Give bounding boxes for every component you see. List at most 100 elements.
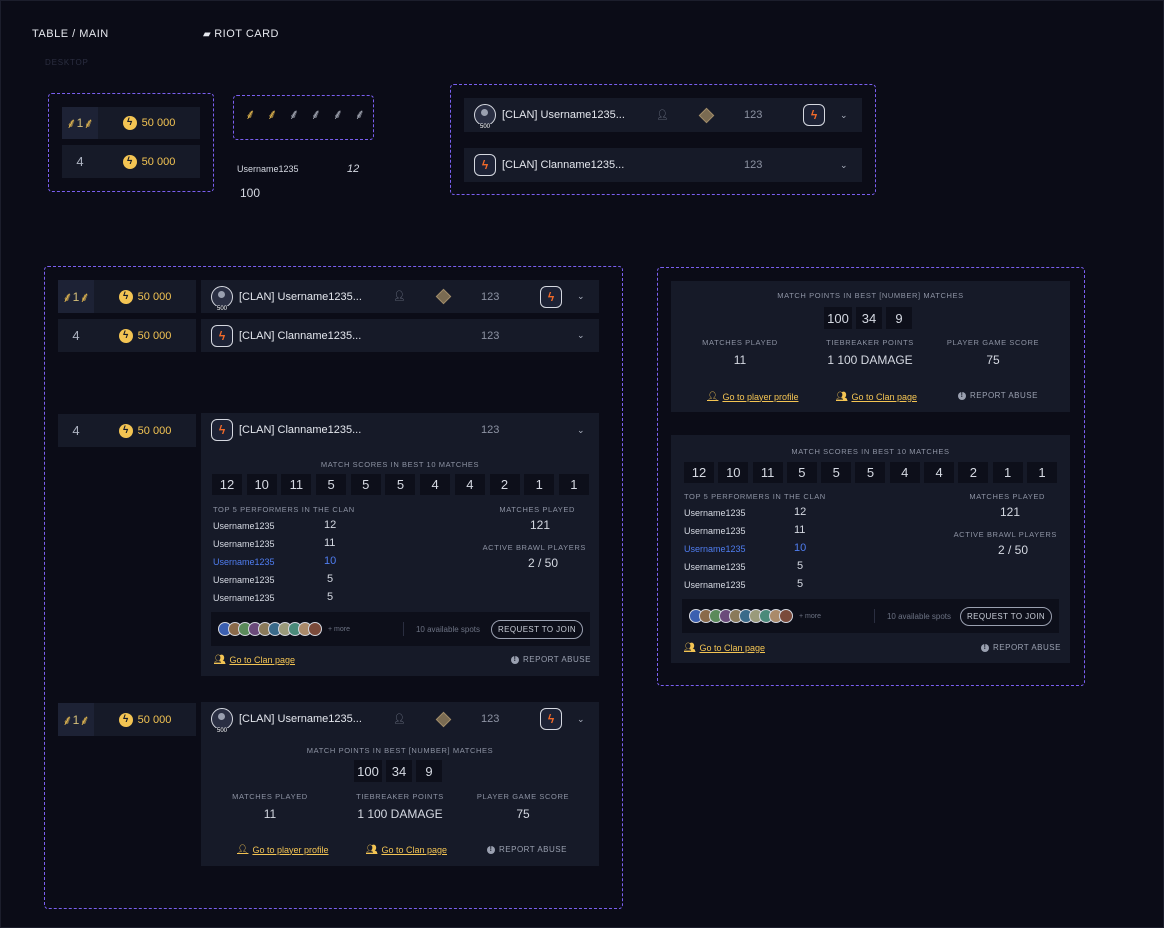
more-members[interactable]: + more (328, 626, 350, 633)
avatar (779, 609, 793, 623)
clan-name: [CLAN] Clanname1235... (239, 329, 362, 342)
rank-number: 1 (72, 289, 80, 304)
breakpoint-label: DESKTOP (45, 58, 89, 67)
chevron-down-icon[interactable]: ⌄ (577, 291, 585, 302)
player-row[interactable]: 500 [CLAN] Username1235... 👤︎ 123 ϟ ⌄ (201, 280, 599, 313)
clan-score: 123 (481, 329, 500, 342)
player-profile-link[interactable]: 👤︎ Go to player profile (237, 844, 328, 855)
clan-name: [CLAN] Clanname1235... (502, 159, 625, 171)
clan-row[interactable]: ϟ [CLAN] Clanname1235... 123 ⌄ (201, 319, 599, 352)
bolt-icon: ϟ (118, 328, 133, 343)
laurel-icon: ⸙ (266, 106, 278, 122)
chevron-down-icon[interactable]: ⌄ (577, 330, 585, 341)
avatar-level: 500 (478, 124, 492, 130)
matches-played-label: MATCHES PLAYED (969, 492, 1045, 501)
more-members[interactable]: + more (799, 613, 821, 620)
performers-title: TOP 5 PERFORMERS IN THE CLAN (213, 505, 355, 514)
prize-cell-first: ⸙ 1 ⸙ ϟ 50 000 (58, 703, 196, 736)
prize: ϟ 50 000 (98, 154, 200, 169)
add-friend-icon[interactable]: 👤︎ (393, 291, 406, 302)
matches-played-value: 121 (529, 518, 550, 532)
player-profile-link[interactable]: 👤︎ Go to player profile (707, 391, 798, 402)
rank-diamond-icon (435, 288, 452, 305)
player-name: [CLAN] Username1235... (239, 290, 362, 303)
player-detail-card: MATCH POINTS IN BEST [NUMBER] MATCHES 10… (671, 281, 1070, 412)
clan-page-link[interactable]: 👥︎ Go to Clan page (836, 391, 917, 402)
performer-name[interactable]: Username1235 (684, 544, 746, 554)
player-score: 123 (481, 290, 500, 303)
performer-name[interactable]: Username1235 (213, 557, 275, 567)
chevron-down-icon[interactable]: ⌄ (577, 714, 585, 725)
matches-played-label: MATCHES PLAYED (232, 792, 308, 801)
performer-name[interactable]: Username1235 (213, 521, 275, 531)
performer-name[interactable]: Username1235 (684, 580, 746, 590)
performer-score: 12 (324, 519, 337, 531)
prize-amount: 50 000 (141, 155, 176, 168)
matches-played-label: MATCHES PLAYED (499, 505, 575, 514)
player-profile-link-label: Go to player profile (722, 391, 799, 402)
add-friend-icon[interactable]: 👤︎ (393, 714, 406, 725)
matches-played-label: MATCHES PLAYED (702, 338, 778, 347)
add-friend-icon[interactable]: 👤︎ (656, 110, 669, 121)
player-row[interactable]: 500 [CLAN] Username1235... 👤︎ 123 ϟ ⌄ (201, 702, 599, 736)
clan-member-bar: + more 10 available spots REQUEST TO JOI… (211, 612, 590, 646)
report-abuse-link[interactable]: ! REPORT ABUSE (487, 845, 567, 854)
info-icon: ! (981, 643, 989, 652)
clan-page-link[interactable]: 👥︎ Go to Clan page (366, 844, 447, 855)
clan-logo: ϟ (803, 104, 825, 126)
report-abuse-link[interactable]: ! REPORT ABUSE (958, 391, 1038, 400)
performer-score: 11 (794, 524, 806, 536)
laurel-variants: ⸙ ⸙ ⸙ ⸙ ⸙ ⸙ (245, 107, 365, 121)
game-score-value: 75 (986, 353, 1000, 367)
performer-name[interactable]: Username1235 (213, 575, 275, 585)
score-box: 5 (385, 474, 416, 495)
clan-row[interactable]: ϟ [CLAN] Clanname1235... 123 ⌄ (201, 413, 599, 447)
chevron-down-icon[interactable]: ⌄ (840, 160, 848, 171)
score-box: 10 (718, 462, 749, 483)
active-players-label: ACTIVE BRAWL PLAYERS (953, 530, 1057, 539)
performer-name[interactable]: Username1235 (684, 526, 746, 536)
request-to-join-button[interactable]: REQUEST TO JOIN (490, 619, 583, 639)
prize-cell-first: ⸙ 1 ⸙ ϟ 50 000 (62, 107, 200, 139)
laurel-icon: ⸙ (62, 711, 73, 728)
score-box: 10 (246, 474, 277, 495)
point-box: 100 (354, 760, 382, 782)
clan-expanded-card: ϟ [CLAN] Clanname1235... 123 ⌄ MATCH SCO… (201, 413, 599, 676)
clan-page-link[interactable]: 👥︎ Go to Clan page (684, 642, 765, 653)
member-avatars[interactable] (689, 609, 793, 623)
performer-name[interactable]: Username1235 (213, 593, 275, 603)
rank-number: 1 (72, 712, 80, 727)
clan-row[interactable]: ϟ [CLAN] Clanname1235... 123 ⌄ (464, 148, 862, 182)
performer-name[interactable]: Username1235 (213, 539, 275, 549)
point-box: 34 (386, 760, 412, 782)
prize: ϟ 50 000 (94, 328, 196, 343)
clan-name: [CLAN] Clanname1235... (239, 424, 362, 436)
chevron-down-icon[interactable]: ⌄ (577, 425, 585, 436)
match-scores: 12 10 11 5 5 5 4 4 2 1 1 (684, 462, 1057, 483)
clan-logo: ϟ (211, 324, 233, 347)
performer-name[interactable]: Username1235 (684, 508, 746, 518)
avatar: 500 (474, 104, 496, 130)
score-box: 2 (489, 474, 520, 495)
card-icon: ▰ (203, 28, 212, 40)
clan-logo: ϟ (540, 285, 562, 308)
report-abuse-link[interactable]: ! REPORT ABUSE (511, 655, 591, 664)
game-score-label: PLAYER GAME SCORE (476, 792, 570, 801)
match-points-title: MATCH POINTS IN BEST [NUMBER] MATCHES (306, 746, 494, 755)
request-to-join-button[interactable]: REQUEST TO JOIN (959, 606, 1052, 626)
performer-score: 10 (794, 542, 807, 554)
clan-page-link[interactable]: 👥︎ Go to Clan page (214, 654, 295, 665)
bolt-icon: ϟ (118, 712, 133, 727)
bolt-icon: ϟ (118, 423, 133, 438)
chevron-down-icon[interactable]: ⌄ (840, 110, 848, 121)
clan-page-link-label: Go to Clan page (851, 391, 917, 402)
member-avatars[interactable] (218, 622, 322, 636)
clan-page-link-label: Go to Clan page (381, 844, 447, 855)
report-abuse-link[interactable]: ! REPORT ABUSE (981, 643, 1061, 652)
player-row[interactable]: 500 [CLAN] Username1235... 👤︎ 123 ϟ ⌄ (464, 98, 862, 132)
score-box: 5 (855, 462, 886, 483)
prize: ϟ 50 000 (94, 712, 196, 727)
performer-name[interactable]: Username1235 (684, 562, 746, 572)
rank-number: 4 (76, 154, 84, 169)
prize-cell-fourth: 4 ϟ 50 000 (58, 319, 196, 352)
